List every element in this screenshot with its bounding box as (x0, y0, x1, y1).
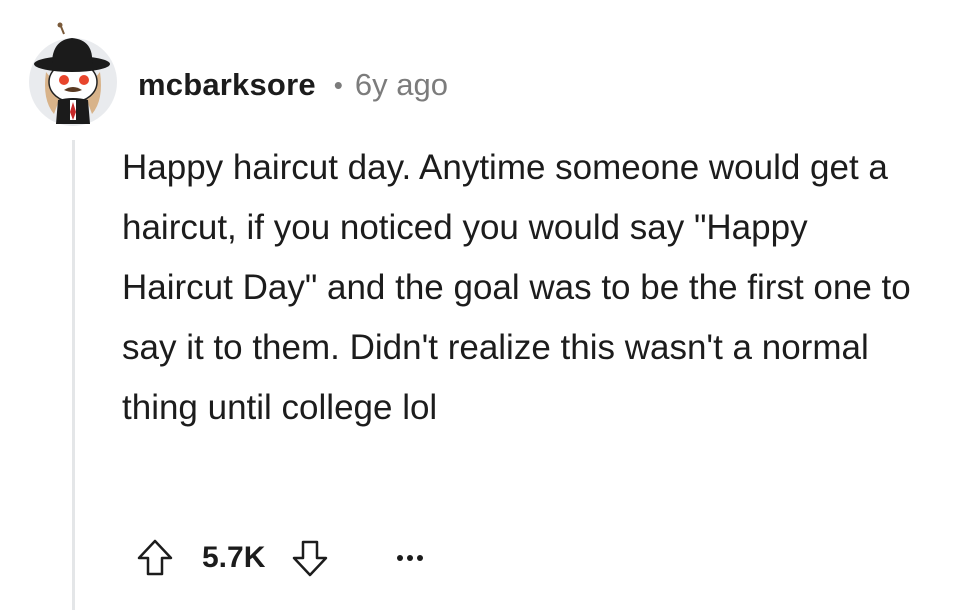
more-dots-icon (407, 555, 414, 561)
more-dots-icon (397, 555, 404, 561)
upvote-button[interactable] (132, 535, 178, 581)
comment-age[interactable]: 6y ago (355, 67, 448, 103)
comment-header: mcbarksore • 6y ago (138, 62, 448, 108)
arrow-down-icon (293, 540, 328, 577)
more-options-button[interactable] (397, 535, 424, 581)
comment: mcbarksore • 6y ago Happy haircut day. A… (0, 0, 958, 610)
more-dots-icon (417, 555, 424, 561)
comment-actions: 5.7K (132, 530, 424, 586)
vote-score: 5.7K (202, 541, 266, 574)
arrow-up-icon (137, 539, 173, 576)
downvote-button[interactable] (287, 535, 333, 581)
username[interactable]: mcbarksore (138, 67, 316, 103)
user-avatar[interactable] (24, 22, 122, 128)
snoo-avatar-icon (29, 22, 117, 126)
comment-body: Happy haircut day. Anytime someone would… (122, 148, 911, 427)
thread-line[interactable] (72, 140, 75, 610)
meta-separator: • (333, 69, 343, 100)
